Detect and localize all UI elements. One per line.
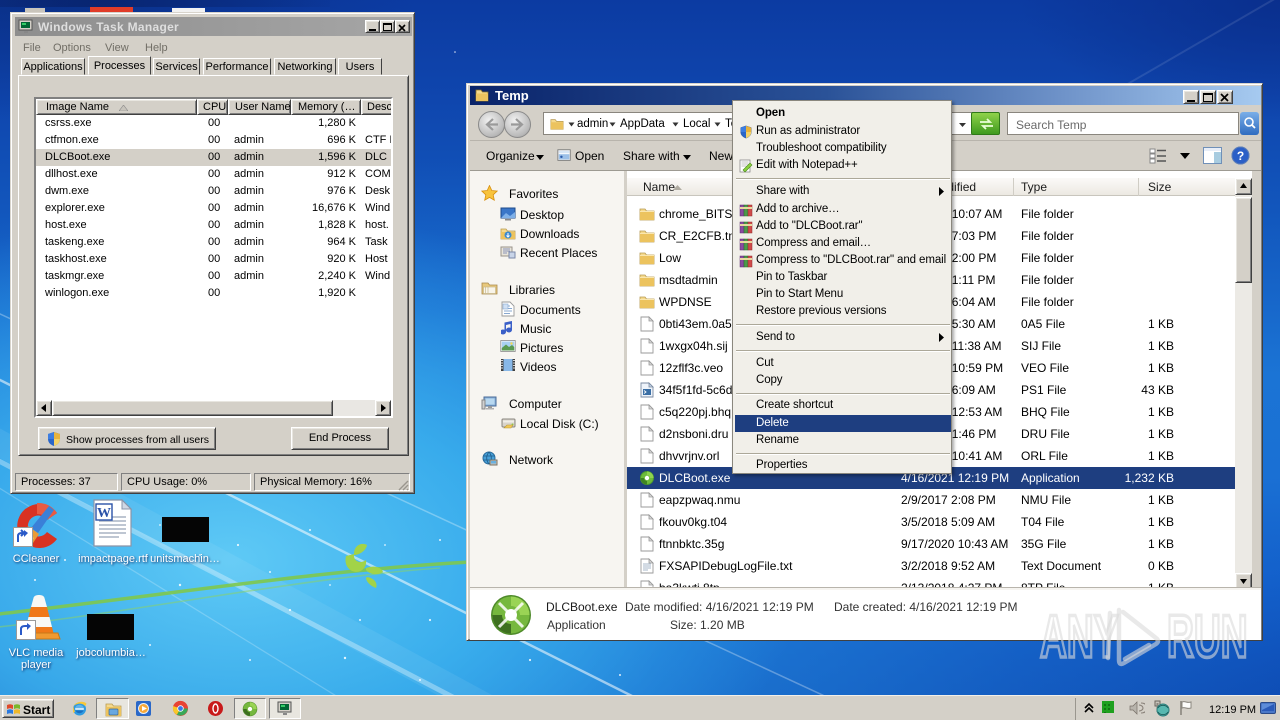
svg-text:W: W	[97, 506, 111, 521]
svg-text:?: ?	[1237, 149, 1244, 163]
